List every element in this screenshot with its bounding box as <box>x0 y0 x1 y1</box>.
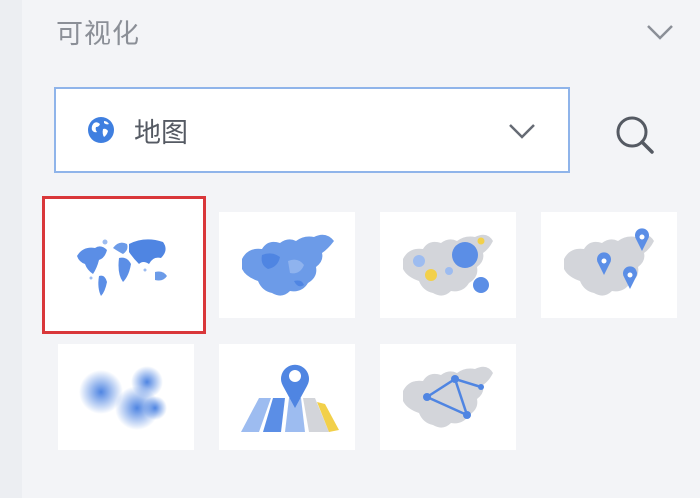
search-icon <box>616 116 654 154</box>
chart-type-location-map[interactable] <box>219 344 355 450</box>
chart-type-select[interactable]: 地图 <box>54 87 570 173</box>
flow-map-icon <box>403 366 493 428</box>
heat-map-icon <box>79 366 167 430</box>
marker-map-icon <box>564 228 654 296</box>
chart-type-select-value: 地图 <box>134 117 188 149</box>
china-map-icon <box>242 234 334 296</box>
search-button[interactable] <box>612 112 658 158</box>
section-title: 可视化 <box>56 19 140 50</box>
collapse-button[interactable] <box>640 14 680 50</box>
visualization-panel: 可视化 地图 <box>0 0 700 498</box>
chart-type-heat-map[interactable] <box>58 344 194 450</box>
chart-type-flow-map[interactable] <box>380 344 516 450</box>
chart-type-marker-map[interactable] <box>541 212 677 318</box>
globe-icon <box>86 115 116 145</box>
chart-type-china-map[interactable] <box>219 212 355 318</box>
chart-type-bubble-map[interactable] <box>380 212 516 318</box>
world-map-icon <box>77 239 167 296</box>
location-map-icon <box>241 364 339 432</box>
bubble-map-icon <box>403 234 493 296</box>
chart-type-world-map[interactable] <box>42 196 206 334</box>
panel-left-border <box>0 0 22 498</box>
chevron-down-icon <box>509 124 535 139</box>
chevron-down-icon <box>647 25 673 40</box>
